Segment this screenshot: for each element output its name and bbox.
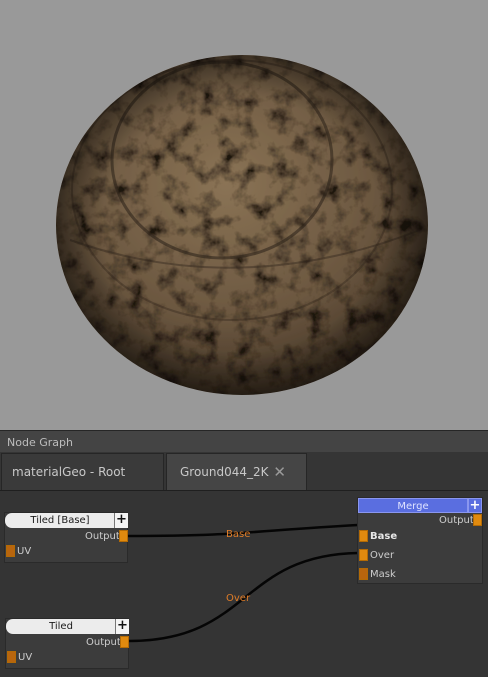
output-label: Output bbox=[439, 515, 474, 526]
tab-bar: materialGeo - Root Ground044_2K ✕ bbox=[0, 452, 488, 491]
wire-label-over: Over bbox=[226, 593, 251, 604]
node-tiled[interactable]: Tiled + Output UV bbox=[5, 618, 129, 669]
uv-input-port[interactable] bbox=[7, 651, 16, 663]
add-port-button[interactable]: + bbox=[114, 513, 128, 528]
material-preview-viewport[interactable] bbox=[0, 0, 488, 430]
tab-label: materialGeo - Root bbox=[12, 465, 126, 479]
node-title: Tiled bbox=[6, 619, 116, 634]
uv-label: UV bbox=[17, 546, 32, 557]
output-port[interactable] bbox=[473, 514, 482, 526]
add-port-button[interactable]: + bbox=[468, 498, 482, 513]
material-sphere-preview bbox=[56, 55, 428, 395]
node-graph-panel-header: Node Graph bbox=[0, 430, 488, 452]
tab-label: Ground044_2K bbox=[180, 465, 269, 479]
uv-label: UV bbox=[18, 652, 33, 663]
add-port-button[interactable]: + bbox=[115, 619, 129, 634]
mask-input-port[interactable] bbox=[359, 568, 368, 580]
node-merge[interactable]: Merge + Output Base Over Mask bbox=[357, 497, 483, 584]
mask-input-label: Mask bbox=[370, 569, 396, 580]
base-input-port[interactable] bbox=[359, 530, 368, 542]
node-title: Merge bbox=[358, 498, 468, 513]
wire-label-base: Base bbox=[226, 529, 251, 540]
node-title: Tiled [Base] bbox=[5, 513, 115, 528]
output-label: Output bbox=[85, 531, 120, 542]
output-label: Output bbox=[86, 637, 121, 648]
node-graph-canvas[interactable]: Base Over Tiled [Base] + Output UV Tiled… bbox=[0, 491, 488, 677]
panel-title: Node Graph bbox=[7, 436, 73, 449]
node-tiled-base[interactable]: Tiled [Base] + Output UV bbox=[4, 512, 128, 563]
uv-input-port[interactable] bbox=[6, 545, 15, 557]
output-port[interactable] bbox=[119, 530, 128, 542]
close-icon[interactable]: ✕ bbox=[273, 454, 286, 491]
output-port[interactable] bbox=[120, 636, 129, 648]
tab-materialgeo-root[interactable]: materialGeo - Root bbox=[1, 453, 164, 490]
over-input-port[interactable] bbox=[359, 549, 368, 561]
over-input-label: Over bbox=[370, 550, 395, 561]
tab-ground044-2k[interactable]: Ground044_2K ✕ bbox=[166, 453, 307, 490]
base-input-label: Base bbox=[370, 531, 398, 542]
